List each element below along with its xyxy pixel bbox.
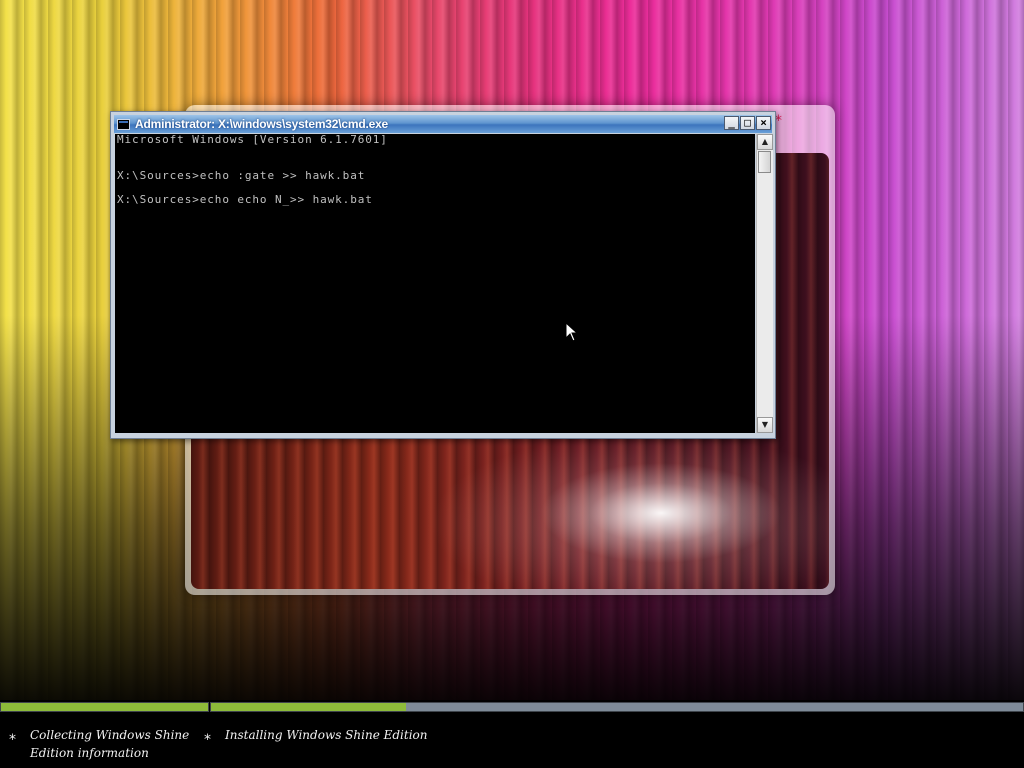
step-collecting-info: Collecting Windows Shine Edition informa… (30, 728, 190, 760)
maximize-button[interactable]: □ (740, 116, 755, 130)
mouse-pointer-icon (565, 322, 579, 342)
progress-segment-installing (210, 702, 1024, 712)
console-line: Microsoft Windows [Version 6.1.7601] (117, 134, 388, 146)
cmd-app-icon (117, 118, 130, 130)
cmd-window[interactable]: Administrator: X:\windows\system32\cmd.e… (110, 111, 776, 439)
window-controls: _ □ × (724, 116, 771, 130)
scroll-thumb[interactable] (758, 151, 771, 173)
scroll-up-arrow-icon[interactable]: ▲ (757, 134, 773, 150)
cmd-window-title: Administrator: X:\windows\system32\cmd.e… (135, 117, 389, 131)
scroll-down-arrow-icon[interactable]: ▼ (757, 417, 773, 433)
close-button[interactable]: × (756, 116, 771, 130)
step-installing: Installing Windows Shine Edition (225, 728, 428, 742)
cmd-titlebar[interactable]: Administrator: X:\windows\system32\cmd.e… (114, 115, 772, 133)
setup-close-mark: * (775, 113, 782, 129)
minimize-button[interactable]: _ (724, 116, 739, 130)
console-line: X:\Sources>echo :gate >> hawk.bat (117, 169, 366, 182)
step-bullet: * (204, 732, 211, 748)
console-output[interactable]: Microsoft Windows [Version 6.1.7601] X:\… (115, 134, 755, 433)
progress-fill (211, 703, 406, 711)
progress-segment-collecting (0, 702, 209, 712)
setup-status-bar: * Collecting Windows Shine Edition infor… (0, 714, 1024, 768)
setup-progress-bar (0, 702, 1024, 712)
console-line-current: X:\Sources>echo echo N_>> hawk.bat (117, 193, 373, 206)
console-scrollbar[interactable]: ▲ ▼ (756, 134, 773, 433)
step-bullet: * (9, 732, 16, 748)
progress-fill (1, 703, 208, 711)
